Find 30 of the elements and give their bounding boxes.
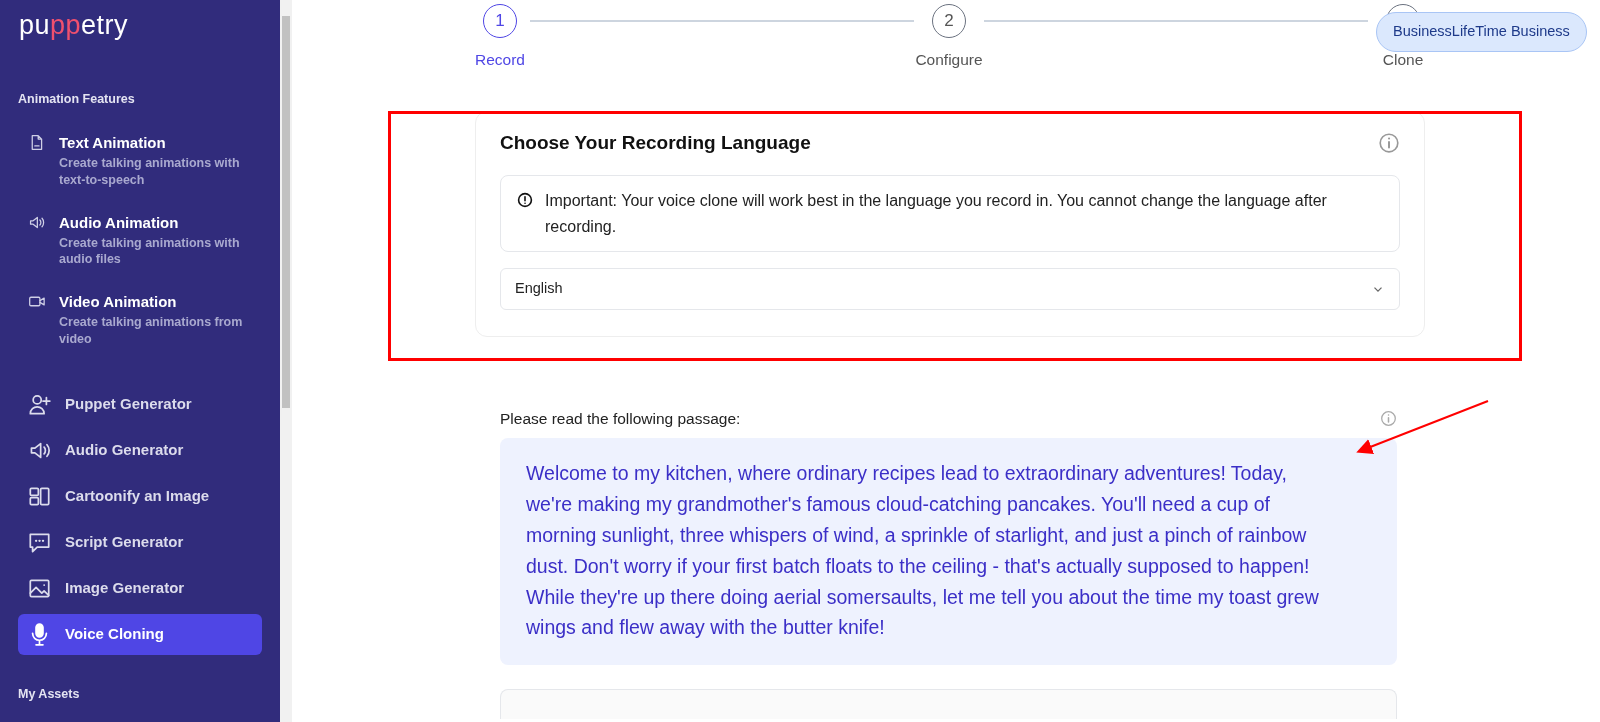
sidebar-item[interactable]: Image Generator	[18, 568, 262, 609]
step-label: Clone	[1382, 50, 1424, 70]
user-plus-icon	[28, 393, 51, 416]
logo: puppetry	[19, 12, 129, 39]
image-icon	[28, 577, 51, 600]
sidebar-item[interactable]: Audio Generator	[18, 430, 262, 471]
layout-icon	[28, 485, 51, 508]
sidebar-item[interactable]: Audio Animation Create talking animations with audio files	[18, 210, 262, 269]
language-select[interactable]: English	[500, 268, 1400, 311]
card-title: Choose Your Recording Language	[500, 132, 811, 156]
info-icon[interactable]	[1380, 410, 1397, 428]
passage-label: Please read the following passage:	[500, 409, 741, 430]
info-icon[interactable]	[1378, 132, 1400, 155]
sidebar-item[interactable]: Video Animation Create talking animations from video	[18, 290, 262, 348]
step-label: Configure	[915, 50, 983, 70]
reading-passage: Welcome to my kitchen, where ordinary recipes lead to extraordinary adventures! Today, we're making my grandmother's famous cloud-catching pancakes. You'll need a cup of morning sunlight, three whispers of wind, a sprinkle of starlight, and just a pinch of rainbow dust. Don't worry if your first batch floats to the ceiling - that's actually supposed to happen! While they're up there doing aerial somersaults, let me tell you about the time my toast grew wings and flew away with the butter knife!	[500, 438, 1397, 666]
alert-icon	[517, 192, 533, 209]
sidebar-item[interactable]: Script Generator	[18, 522, 262, 563]
chat-bubble-icon	[28, 531, 51, 554]
plan-tooltip: BusinessLifeTime Business	[1376, 12, 1587, 52]
sidebar-item[interactable]: Text Animation Create talking animations with text-to-speech	[18, 130, 262, 189]
notice-text: Important: Your voice clone will work best in the language you record in. You cannot change the language after recording.	[545, 191, 1328, 237]
step-circle[interactable]: 2	[932, 4, 966, 38]
step-label: Record	[475, 50, 525, 70]
sidebar-item[interactable]: Cartoonify an Image	[18, 476, 262, 517]
section-heading: My Assets	[18, 686, 81, 703]
sidebar-item[interactable]: Voice Cloning	[18, 614, 262, 655]
step-circle[interactable]: 1	[483, 4, 517, 38]
sidebar-item[interactable]: Puppet Generator	[18, 384, 262, 425]
section-heading: Animation Features	[18, 91, 136, 108]
